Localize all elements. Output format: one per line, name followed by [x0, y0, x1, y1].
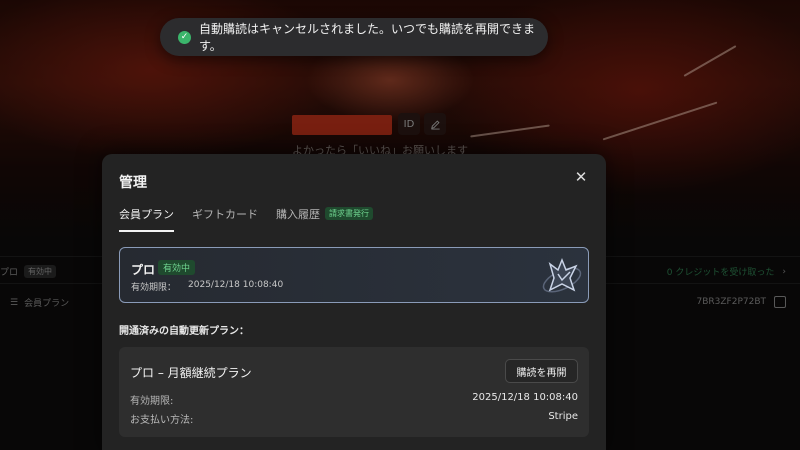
- check-circle-icon: ✓: [178, 30, 191, 44]
- plan-name: プロ: [131, 263, 156, 277]
- status-badge: 有効中: [158, 260, 196, 275]
- plan-expiry-value: 2025/12/18 10:08:40: [188, 280, 284, 290]
- payment-method-row: お支払い方法: Stripe: [130, 411, 578, 426]
- auto-renew-section-label: 開通済みの自動更新プラン：: [119, 326, 249, 337]
- pro-badge-icon: [542, 257, 582, 293]
- tab-label: 購入履歴: [276, 208, 320, 221]
- tab-label: 会員プラン: [119, 208, 174, 221]
- tab-label: ギフトカード: [192, 208, 258, 221]
- renewal-expiry-value: 2025/12/18 10:08:40: [472, 392, 578, 403]
- renewal-plan-title: プロ – 月額継続プラン: [130, 366, 252, 380]
- plan-expiry-label: 有効期限：: [131, 283, 177, 293]
- close-icon[interactable]: ✕: [572, 168, 590, 186]
- payment-method-label: お支払い方法:: [130, 415, 194, 426]
- tab-purchase-history[interactable]: 購入履歴 請求書発行: [276, 206, 373, 232]
- tab-membership-plan[interactable]: 会員プラン: [119, 206, 174, 232]
- modal-tabs: 会員プラン ギフトカード 購入履歴 請求書発行: [119, 206, 589, 232]
- current-plan-card: プロ 有効中 有効期限： 2025/12/18 10:08:40: [119, 247, 589, 303]
- tab-gift-card[interactable]: ギフトカード: [192, 206, 258, 232]
- renewal-expiry-label: 有効期限:: [130, 396, 174, 407]
- plan-expiry: 有効期限： 2025/12/18 10:08:40: [131, 280, 283, 293]
- success-toast: ✓ 自動購読はキャンセルされました。いつでも購読を再開できます。: [160, 18, 548, 56]
- modal-title: 管理: [119, 175, 147, 191]
- resume-subscription-button[interactable]: 購読を再開: [505, 359, 578, 383]
- toast-message: 自動購読はキャンセルされました。いつでも購読を再開できます。: [199, 22, 536, 53]
- renewal-plan-card: プロ – 月額継続プラン 購読を再開 有効期限: 2025/12/18 10:0…: [119, 347, 589, 437]
- renewal-expiry-row: 有効期限: 2025/12/18 10:08:40: [130, 392, 578, 407]
- invoice-badge: 請求書発行: [325, 207, 373, 220]
- payment-method-value: Stripe: [548, 411, 578, 422]
- manage-modal: 管理 ✕ 会員プラン ギフトカード 購入履歴 請求書発行 プロ 有効中 有効期限：…: [102, 154, 606, 450]
